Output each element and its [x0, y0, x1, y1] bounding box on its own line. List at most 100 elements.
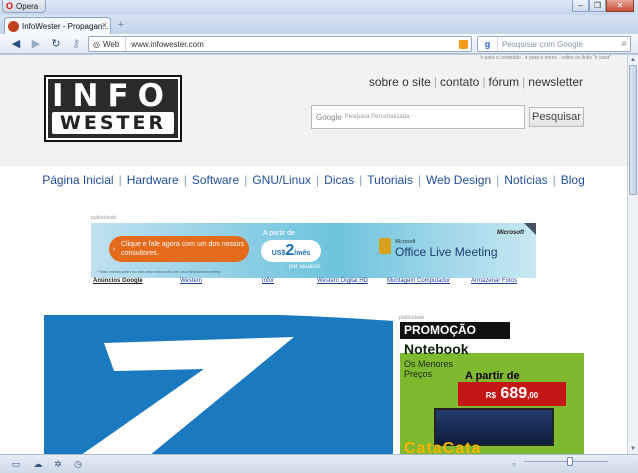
side-ad-cents: ,00 [527, 391, 539, 400]
opera-menu-button[interactable]: O Opera [2, 0, 46, 13]
menu-item-hardware[interactable]: Hardware [127, 173, 179, 187]
site-search-button[interactable]: Pesquisar [529, 107, 584, 127]
top-link-contato[interactable]: contato [440, 75, 479, 89]
featured-logo-graphic [44, 315, 393, 454]
menu-item-blog[interactable]: Blog [561, 173, 585, 187]
opera-menu-label: Opera [16, 1, 39, 11]
top-links: sobre o site | contato | fórum | newsletter [368, 75, 583, 89]
site-search-hint: Pesquisa Personalizada [344, 114, 410, 120]
side-ad-tagline: Os Menores Preços [404, 359, 454, 379]
side-ad-promo: PROMOÇÃO [400, 322, 510, 339]
rss-feed-icon[interactable] [459, 40, 468, 49]
reload-icon[interactable]: ↻ [48, 37, 64, 51]
web-label: Web [102, 39, 120, 49]
search-icon[interactable]: ⌕ [621, 38, 627, 49]
window-controls: – ❐ ✕ [572, 0, 634, 12]
zoom-slider[interactable] [524, 457, 608, 467]
ad-link-infor[interactable]: Infor [262, 278, 274, 284]
scroll-down-icon[interactable]: ▼ [629, 445, 637, 453]
banner-price-note: por usuário! [289, 264, 321, 270]
close-icon[interactable]: ✕ [606, 0, 634, 12]
restore-icon[interactable]: ❐ [589, 0, 606, 12]
logo-line1: INFO [52, 78, 174, 114]
title-bar: O Opera – ❐ ✕ [0, 0, 638, 15]
navigation-bar: ◀ ▶ ↻ ⚷ ◎ Web www.infowester.com g Pesqu… [0, 34, 638, 54]
search-placeholder: Pesquisar com Google [502, 39, 583, 49]
site-search-input[interactable]: Google Pesquisa Personalizada [311, 105, 525, 129]
logo-line2: WESTER [52, 112, 174, 134]
key-icon[interactable]: ⚷ [68, 37, 84, 51]
menu-item-web-design[interactable]: Web Design [426, 173, 491, 187]
side-ad-product: Notebook [404, 341, 469, 357]
side-ad-store: CataCata [404, 440, 482, 454]
panel-toggle-icon[interactable]: ▭ [10, 459, 22, 470]
menu-item-gnu-linux[interactable]: GNU/Linux [252, 173, 311, 187]
banner-product: Microsoft Office Live Meeting [395, 239, 498, 259]
opera-logo-icon: O [6, 1, 14, 11]
banner-product-name: Office Live Meeting [395, 245, 498, 259]
banner-from: A partir de [263, 230, 295, 237]
zoom-knob[interactable] [566, 457, 573, 466]
menu-item-tutoriais[interactable]: Tutoriais [367, 173, 413, 187]
vertical-scrollbar[interactable]: ▲ ▼ [627, 55, 638, 454]
speed-dial-icon[interactable]: ◷ [72, 459, 84, 470]
menu-item-noticias[interactable]: Notícias [504, 173, 547, 187]
forward-icon[interactable]: ▶ [28, 37, 44, 51]
ad-link-montagem[interactable]: Montagem Computador [387, 278, 450, 284]
tab-close-icon[interactable]: × [102, 20, 107, 30]
ad-link-western[interactable]: Western [180, 278, 202, 284]
banner-corner [524, 223, 536, 235]
tab-infowester[interactable]: InfoWester - Propagan... × [4, 17, 111, 34]
featured-image[interactable] [44, 315, 393, 454]
google-engine-icon[interactable]: g [478, 37, 498, 51]
turbo-icon[interactable]: ✲ [52, 459, 64, 470]
main-menu: Página Inicial | Hardware | Software | GNU/Lin… [42, 173, 585, 187]
tab-title: InfoWester - Propagan... [22, 21, 110, 31]
notebook-ad[interactable]: PROMOÇÃO Notebook Os Menores Preços A pa… [400, 322, 584, 454]
site-header: ir para o conteúdo . ir para o menu . so… [0, 55, 627, 166]
favicon-icon [8, 20, 19, 32]
banner-price-value: 2 [285, 242, 295, 259]
globe-icon: ◎ [93, 39, 100, 49]
side-ad-from: A partir de [465, 370, 520, 382]
scroll-thumb[interactable] [629, 65, 637, 195]
skip-links[interactable]: ir para o conteúdo . ir para o menu . so… [480, 55, 611, 61]
ad-link-anuncios-google[interactable]: Anúncios Google [93, 278, 143, 284]
side-ad-currency: R$ [485, 391, 496, 400]
browser-search-box[interactable]: g Pesquisar com Google ⌕ [477, 36, 631, 52]
microsoft-banner-ad[interactable]: › Clique e fale agora com um dos nossos … [91, 223, 536, 278]
banner-fine-print: * Mais informações no site www.microsoft… [97, 269, 221, 274]
infowester-logo[interactable]: INFO WESTER [44, 75, 182, 142]
address-bar[interactable]: ◎ Web www.infowester.com [88, 36, 472, 52]
url-text[interactable]: www.infowester.com [126, 40, 203, 49]
unite-cloud-icon[interactable]: ☁ [32, 459, 44, 470]
web-page: ir para o conteúdo . ir para o menu . so… [0, 55, 627, 454]
google-mark: Google [316, 112, 342, 122]
back-icon[interactable]: ◀ [8, 37, 24, 51]
top-link-forum[interactable]: fórum [488, 75, 519, 89]
side-ad-label: publicidade [399, 315, 425, 321]
ad-link-armazenar-fotos[interactable]: Armazenar Fotos [471, 278, 517, 284]
menu-item-software[interactable]: Software [192, 173, 239, 187]
ad-link-western-digital[interactable]: Western Digital HD [317, 278, 368, 284]
menu-item-pagina-inicial[interactable]: Página Inicial [42, 173, 113, 187]
banner-price: US$2/mês [261, 240, 321, 262]
scroll-up-icon[interactable]: ▲ [629, 56, 637, 64]
banner-cta[interactable]: › Clique e fale agora com um dos nossos … [109, 236, 249, 262]
office-icon [379, 238, 391, 254]
top-link-sobre[interactable]: sobre o site [369, 75, 431, 89]
ad-label: publicidade [91, 215, 117, 221]
minimize-icon[interactable]: – [572, 0, 589, 12]
banner-cta-text: Clique e fale agora com um dos nossos co… [121, 241, 244, 257]
arrow-icon: › [113, 246, 116, 253]
side-ad-price-value: 689 [500, 385, 528, 402]
menu-item-dicas[interactable]: Dicas [324, 173, 354, 187]
zoom-out-icon[interactable]: ▫ [508, 459, 520, 470]
top-link-newsletter[interactable]: newsletter [528, 75, 583, 89]
new-tab-icon[interactable]: + [114, 20, 128, 32]
side-ad-price: R$ 689,00 [458, 382, 566, 406]
tab-bar: InfoWester - Propagan... × + [0, 15, 638, 34]
banner-price-currency: US$ [271, 250, 286, 257]
web-badge[interactable]: ◎ Web [89, 37, 127, 51]
microsoft-brand: Microsoft [497, 230, 524, 236]
